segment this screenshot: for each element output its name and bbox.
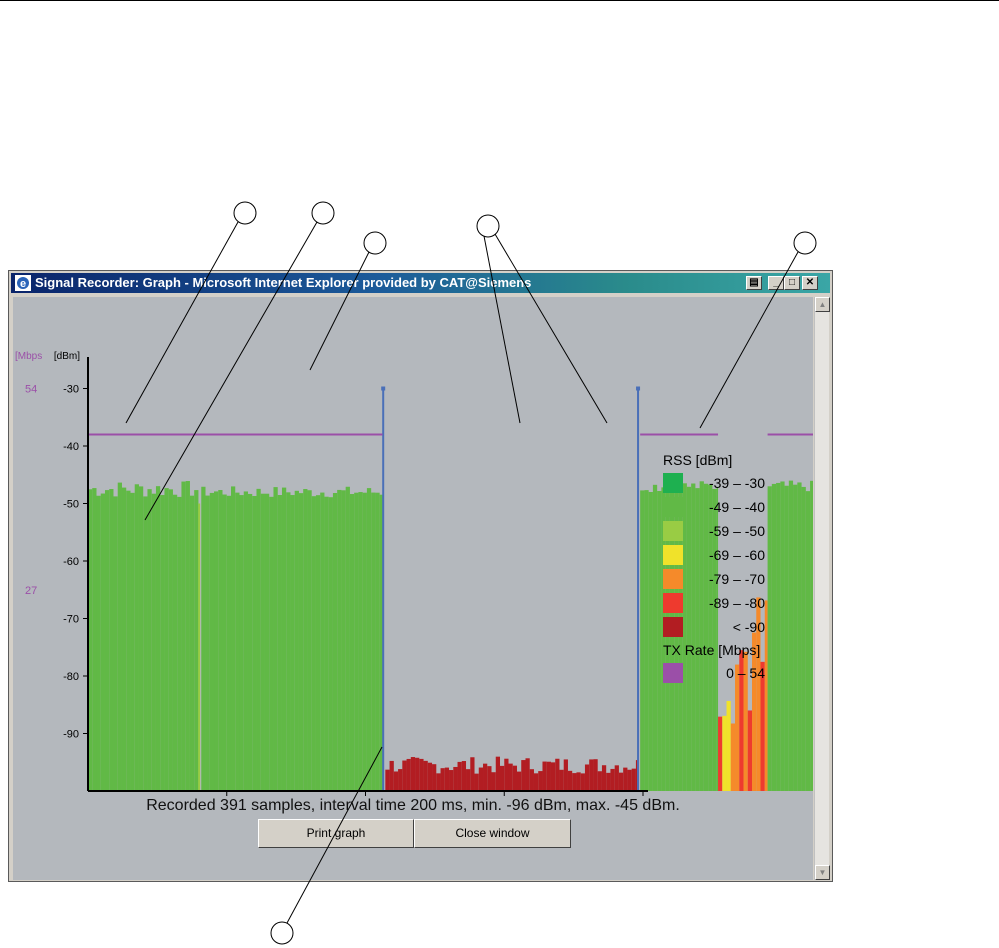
callout-circle: [476, 214, 500, 238]
callout-line: [699, 251, 799, 429]
callout-circle: [793, 231, 817, 255]
callout-line: [125, 221, 239, 424]
callout-line: [144, 221, 318, 521]
callout-line: [309, 251, 370, 371]
callout-line: [494, 233, 608, 424]
callout-circle: [363, 231, 387, 255]
callout-circle: [311, 201, 335, 225]
callout-line: [286, 746, 383, 924]
callout-line: [483, 235, 521, 424]
callout-circle: [233, 201, 257, 225]
callout-layer: [125, 201, 817, 945]
callout-circle: [270, 921, 294, 945]
